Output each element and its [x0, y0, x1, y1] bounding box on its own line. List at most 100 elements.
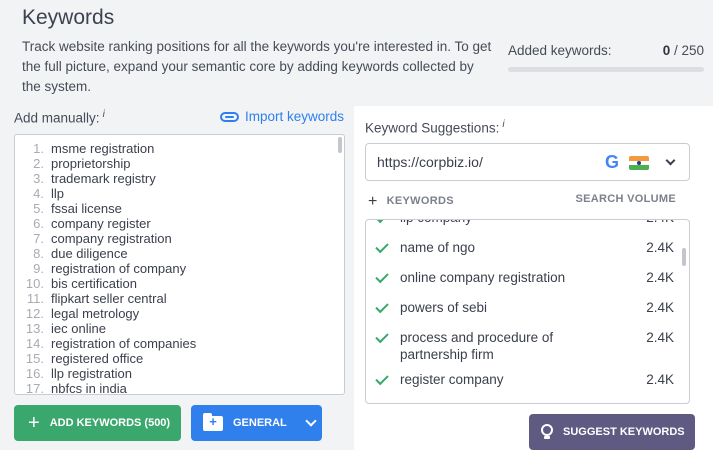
lightbulb-icon [541, 424, 553, 440]
added-keywords-progress [508, 67, 704, 72]
keyword-line: 7. company registration [15, 231, 344, 246]
line-number: 2. [33, 156, 44, 171]
keyword-line: 1. msme registration [15, 141, 344, 156]
keyword-line: 12. legal metrology [15, 306, 344, 321]
line-number: 16. [25, 366, 44, 381]
keyword-line: 15. registered office [15, 351, 344, 366]
line-number: 4. [33, 186, 44, 201]
import-keywords-link[interactable]: Import keywords [219, 109, 344, 124]
keyword-line: 2. proprietorship [15, 156, 344, 171]
chevron-down-icon [305, 415, 317, 427]
import-keywords-label: Import keywords [244, 109, 344, 124]
keyword-text: proprietorship [51, 156, 131, 171]
suggestion-keyword: llp company [400, 220, 580, 226]
chevron-down-icon [665, 155, 676, 166]
keyword-text: registration of companies [51, 336, 197, 351]
column-keywords: KEYWORDS [386, 195, 454, 207]
keyword-text: iec online [51, 321, 106, 336]
keyword-line: 10. bis certification [15, 276, 344, 291]
keyword-text: msme registration [51, 141, 155, 156]
suggest-keywords-button[interactable]: SUGGEST KEYWORDS [529, 414, 695, 450]
manual-keywords-list: 1. msme registration 2. proprietorship 3. tra… [15, 135, 344, 395]
suggestion-keyword: process and procedure of partnership fir… [400, 330, 554, 362]
url-value: https://corpbiz.io/ [377, 154, 483, 170]
suggestions-list[interactable]: llp company2.4Kname of ngo2.4Konline com… [365, 219, 690, 404]
keyword-line: 17. nbfcs in india [15, 381, 344, 395]
keyword-line: 11. flipkart seller central [15, 291, 344, 306]
suggestion-volume: 2.4K [646, 220, 674, 226]
add-all-icon[interactable]: + [368, 193, 378, 210]
add-manually-label: Add manually: [14, 110, 100, 126]
check-icon [375, 299, 389, 314]
add-keywords-label: ADD KEYWORDS (500) [49, 417, 171, 429]
check-icon [375, 329, 389, 344]
added-keywords-counter: Added keywords: 0 / 250 [508, 43, 704, 72]
line-number: 13. [25, 321, 44, 336]
keyword-line: 14. registration of companies [15, 336, 344, 351]
page-description: Track website ranking positions for all … [22, 39, 492, 94]
line-number: 15. [25, 351, 44, 366]
suggestion-row[interactable]: process and procedure of partnership fir… [366, 329, 689, 363]
check-icon [375, 269, 389, 284]
keyword-line: 16. llp registration [15, 366, 344, 381]
added-keywords-total: / 250 [673, 43, 704, 58]
keyword-text: fssai license [51, 201, 122, 216]
line-number: 5. [33, 201, 44, 216]
suggestion-row[interactable]: online company registration 2.4K [366, 269, 689, 286]
keyword-suggestions-panel: Keyword Suggestions: i https://corpbiz.io… [354, 106, 713, 450]
info-icon[interactable]: i [502, 119, 504, 130]
keyword-text: llp [51, 186, 65, 201]
suggestion-volume: 2.4K [646, 330, 674, 345]
add-keywords-button[interactable]: + ADD KEYWORDS (500) [14, 405, 181, 441]
keyword-text: llp registration [51, 366, 132, 381]
info-icon[interactable]: i [103, 109, 105, 120]
keyword-line: 5. fssai license [15, 201, 344, 216]
keyword-line: 13. iec online [15, 321, 344, 336]
line-number: 8. [33, 246, 44, 261]
suggest-keywords-label: SUGGEST KEYWORDS [563, 426, 685, 438]
keyword-text: registration of company [51, 261, 187, 276]
keyword-text: legal metrology [51, 306, 140, 321]
line-number: 1. [33, 141, 44, 156]
line-number: 14. [25, 336, 44, 351]
group-select-button[interactable]: GENERAL [191, 405, 322, 441]
line-number: 9. [33, 261, 44, 276]
url-select[interactable]: https://corpbiz.io/ G [365, 143, 690, 181]
line-number: 17. [25, 381, 44, 395]
group-select-label: GENERAL [233, 417, 287, 429]
keyword-text: nbfcs in india [51, 381, 127, 395]
paperclip-icon [219, 111, 239, 122]
add-manually-header: Add manually: i Import keywords [14, 109, 344, 127]
india-flag-icon [629, 156, 649, 170]
suggestions-scrollbar[interactable] [682, 248, 686, 266]
keyword-line: 4. llp [15, 186, 344, 201]
line-number: 7. [33, 231, 44, 246]
keyword-line: 3. trademark registry [15, 171, 344, 186]
manual-keywords-textarea[interactable]: 1. msme registration 2. proprietorship 3. tra… [14, 134, 345, 395]
keyword-text: company register [51, 216, 151, 231]
line-number: 6. [33, 216, 44, 231]
keyword-text: company registration [51, 231, 172, 246]
suggestion-volume: 2.4K [646, 240, 674, 255]
suggestions-column-header: + KEYWORDS SEARCH VOLUME [368, 193, 676, 211]
column-search-volume: SEARCH VOLUME [575, 193, 676, 205]
suggestion-keyword: powers of sebi [400, 300, 488, 315]
suggestion-row[interactable]: powers of sebi 2.4K [366, 299, 689, 316]
keyword-text: due diligence [51, 246, 128, 261]
keyword-text: bis certification [51, 276, 137, 291]
suggestion-row[interactable]: name of ngo 2.4K [366, 239, 689, 256]
suggestion-row[interactable]: llp company 2.4K [366, 220, 689, 226]
keyword-text: trademark registry [51, 171, 156, 186]
keyword-text: registered office [51, 351, 144, 366]
google-icon: G [604, 152, 619, 172]
suggestion-volume: 2.4K [646, 300, 674, 315]
suggestions-label: Keyword Suggestions: [365, 120, 500, 136]
textarea-scrollbar[interactable] [338, 137, 342, 153]
suggestions-header: Keyword Suggestions: i [365, 119, 505, 136]
added-keywords-label: Added keywords: [508, 43, 612, 58]
suggestion-keyword: name of ngo [400, 240, 476, 255]
line-number: 3. [33, 171, 44, 186]
line-number: 10. [25, 276, 44, 291]
suggestion-volume: 2.4K [646, 270, 674, 285]
suggestion-row[interactable]: register company 2.4K [366, 371, 689, 388]
